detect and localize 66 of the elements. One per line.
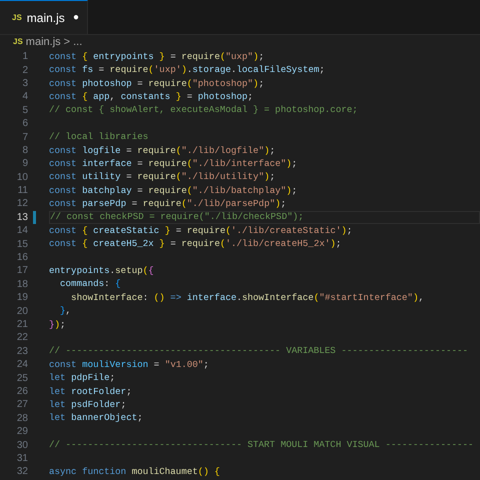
code-line: const { createStatic } = require('./lib/createStatic'); [49, 224, 352, 238]
javascript-file-icon: JS [13, 36, 23, 48]
line-number: 25 [16, 372, 28, 385]
unsaved-dot-icon: ● [72, 10, 79, 25]
code-line: let psdFolder; [49, 398, 126, 412]
line-number: 28 [16, 412, 28, 425]
code-line: commands: { [59, 277, 121, 292]
code-line: const { app, constants } = photoshop; [49, 90, 254, 104]
line-number: 26 [16, 384, 28, 398]
code-comment: // -------------------------------- START MOULI MATCH VISUAL ---------------- [49, 438, 474, 452]
line-number: 8 [21, 144, 28, 157]
code-line: showInterface: () => interface.showInterface("#startInterface"), [70, 290, 424, 305]
breadcrumb-separator: > [64, 34, 70, 50]
code-line: }, [59, 304, 72, 318]
line-number: 14 [16, 224, 28, 238]
line-number: 15 [16, 238, 28, 251]
line-number: 19 [16, 291, 28, 304]
line-number: 17 [16, 264, 28, 278]
line-number: 10 [16, 170, 28, 184]
breadcrumb-item[interactable]: main.js [26, 34, 61, 50]
code-line: const parsePdp = require("./lib/parsePdp"); [49, 197, 286, 211]
line-number: 21 [16, 318, 28, 331]
line-number: 5 [21, 104, 28, 117]
line-number: 32 [16, 465, 28, 478]
line-number: 3 [21, 76, 28, 90]
breadcrumb-item[interactable]: ... [73, 34, 82, 50]
code-line: const interface = require("./lib/interface"); [49, 156, 298, 171]
line-number: 24 [16, 358, 28, 372]
code-comment: // local libraries [49, 130, 148, 144]
code-line: const fs = require('uxp').storage.localFileSystem; [49, 63, 325, 77]
code-line: let bannerObject; [49, 411, 143, 426]
code-comment: // const checkPSD = require("./lib/checkPSD"); [50, 210, 304, 224]
code-line: const { entrypoints } = require("uxp"); [49, 50, 264, 64]
line-number: 13 [16, 210, 28, 224]
line-number: 1 [21, 50, 28, 64]
line-number: 11 [16, 184, 28, 198]
line-number: 30 [16, 438, 28, 452]
line-number: 18 [16, 278, 28, 291]
code-line: async function mouliChaumet() { [49, 464, 220, 479]
line-number: 27 [16, 398, 28, 412]
line-number: 2 [21, 64, 28, 77]
code-line: const photoshop = require("photoshop"); [49, 76, 264, 90]
code-comment: // --------------------------------------- VARIABLES ----------------------- [49, 344, 468, 358]
line-number: 16 [16, 251, 28, 264]
code-line: entrypoints.setup({ [49, 264, 154, 278]
line-number: 12 [16, 197, 28, 210]
line-number: 7 [21, 130, 28, 144]
code-line: const utility = require("./lib/utility"); [49, 170, 276, 184]
code-line: }); [49, 318, 66, 332]
javascript-file-icon: JS [12, 12, 22, 24]
code-line: let pdpFile; [49, 371, 116, 385]
line-number: 6 [21, 117, 28, 130]
line-number: 9 [21, 157, 28, 170]
line-number: 4 [21, 90, 28, 104]
line-number: 20 [16, 304, 28, 318]
line-number: 23 [16, 344, 28, 358]
code-line: const mouliVersion = "v1.00"; [49, 358, 209, 372]
code-comment: // const { showAlert, executeAsModal } = photoshop.core; [49, 103, 358, 118]
code-line: const logfile = require("./lib/logfile"); [49, 144, 276, 158]
code-line: let rootFolder; [49, 384, 132, 398]
code-line: const { createH5_2x } = require('./lib/createH5_2x'); [49, 237, 342, 252]
code-line: const batchplay = require("./lib/batchplay"); [49, 184, 298, 198]
line-number: 31 [16, 452, 28, 465]
line-number: 22 [16, 331, 28, 344]
line-number: 29 [16, 425, 28, 438]
editor-tab[interactable]: JS main.js ● [0, 0, 88, 34]
